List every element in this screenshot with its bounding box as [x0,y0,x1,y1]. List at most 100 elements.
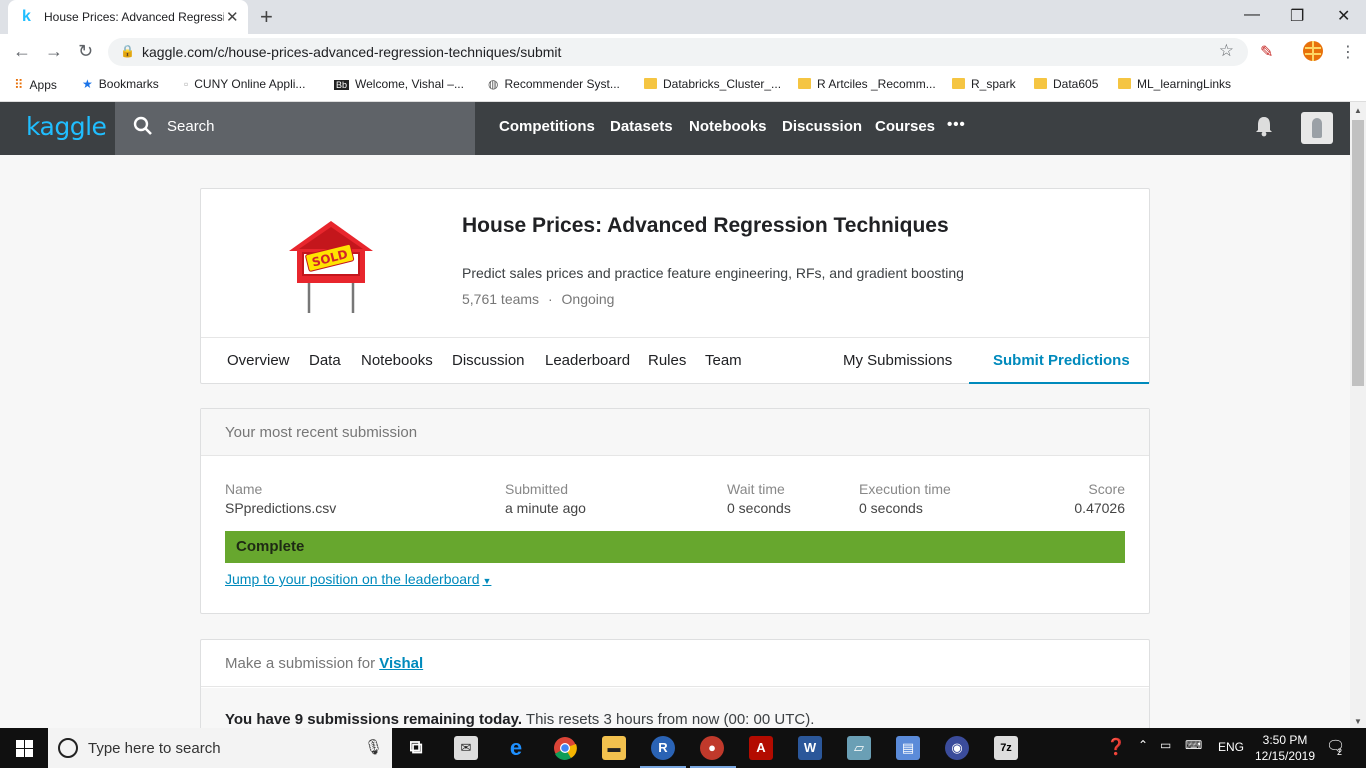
word-icon[interactable]: W [798,736,822,760]
folder-icon [1118,78,1131,89]
chrome-profile-icon[interactable]: ● [700,736,724,760]
bookmark-ml-links[interactable]: ML_learningLinks [1118,77,1231,91]
submission-name-col: Name SPpredictions.csv [225,481,336,516]
nav-datasets[interactable]: Datasets [610,118,673,135]
heading-prefix: Make a submission for [225,655,376,672]
jump-to-leaderboard-link[interactable]: Jump to your position on the leaderboard… [225,571,491,587]
make-submission-card: Make a submission for Vishal You have 9 … [200,639,1150,739]
tab-notebooks[interactable]: Notebooks [361,352,433,369]
system-clock[interactable]: 3:50 PM 12/15/2019 [1250,732,1320,764]
page-scrollbar[interactable]: ▲ ▼ [1350,102,1366,728]
chrome-icon[interactable] [553,736,577,760]
scrollbar-thumb[interactable] [1352,120,1364,386]
profile-avatar[interactable] [1302,40,1324,67]
mail-icon[interactable]: ✉ [454,736,478,760]
show-hidden-icons-icon[interactable]: ⌃ [1138,738,1148,752]
network-icon[interactable]: ▭ [1160,738,1171,752]
notepad-icon[interactable]: ▱ [847,736,871,760]
tab-submit-predictions[interactable]: Submit Predictions [993,352,1130,369]
address-bar[interactable]: 🔒 kaggle.com/c/house-prices-advanced-reg… [108,38,1248,66]
nav-courses[interactable]: Courses [875,118,935,135]
bookmark-r-spark[interactable]: R_spark [952,77,1016,91]
bookmark-databricks[interactable]: Databricks_Cluster_... [644,77,781,91]
new-tab-button[interactable]: + [260,4,273,30]
forward-icon[interactable]: → [45,41,63,62]
restore-icon[interactable]: ❐ [1290,6,1304,26]
minimize-icon[interactable]: — [1244,6,1260,24]
back-icon[interactable]: ← [13,41,31,62]
keyboard-icon[interactable]: ⌨ [1185,738,1202,752]
nav-notebooks[interactable]: Notebooks [689,118,767,135]
action-center-icon[interactable]: 🗨 [1326,737,1345,755]
make-submission-heading: Make a submission for Vishal [225,655,423,672]
reload-icon[interactable]: ↻ [78,41,93,62]
edge-icon[interactable]: e [504,736,528,760]
tab-overview[interactable]: Overview [227,352,290,369]
score-col: Score 0.47026 [1031,481,1125,516]
notification-bell-icon[interactable] [1254,115,1274,143]
bookmarks-bar: ⠿ Apps ★ Bookmarks ▫ CUNY Online Appli... B… [0,70,1366,102]
pen-extension-icon[interactable]: ✎ [1260,42,1273,62]
language-indicator[interactable]: ENG [1218,740,1244,754]
execution-time-value: 0 seconds [859,500,923,516]
browser-tab[interactable]: k House Prices: Advanced Regressi ✕ [8,0,248,34]
tab-leaderboard[interactable]: Leaderboard [545,352,630,369]
active-tab-underline [969,382,1149,384]
wait-time-header: Wait time [727,481,785,497]
clock-date: 12/15/2019 [1254,749,1316,763]
r-icon[interactable]: R [651,736,675,760]
tab-rules[interactable]: Rules [648,352,686,369]
browser-toolbar: ← → ↻ 🔒 kaggle.com/c/house-prices-advanc… [0,34,1366,70]
bookmark-label: Databricks_Cluster_... [663,77,782,91]
execution-time-col: Execution time 0 seconds [859,481,951,516]
taskbar-search[interactable]: Type here to search 🎙 [48,728,392,768]
app-disc-icon[interactable]: ◉ [945,736,969,760]
header-divider [201,337,1149,338]
scroll-up-icon[interactable]: ▲ [1354,106,1362,115]
bookmark-welcome[interactable]: Bb Welcome, Vishal –... [334,77,464,91]
bookmark-data605[interactable]: Data605 [1034,77,1098,91]
chrome-menu-icon[interactable]: ⋮ [1340,42,1356,62]
7zip-icon[interactable]: 7z [994,736,1018,760]
image-viewer-icon[interactable]: ▤ [896,736,920,760]
user-avatar[interactable] [1301,112,1333,144]
tab-data[interactable]: Data [309,352,341,369]
kaggle-logo[interactable]: kaggle [26,112,107,141]
bookmark-cuny[interactable]: ▫ CUNY Online Appli... [184,77,305,91]
help-icon[interactable]: ❓ [1106,737,1126,757]
bookmark-recommender[interactable]: ◍ Recommender Syst... [488,77,620,91]
nav-competitions[interactable]: Competitions [499,118,595,135]
tab-my-submissions[interactable]: My Submissions [843,352,952,369]
cortana-icon [58,738,78,758]
folder-icon [1034,78,1047,89]
bookmark-label: Data605 [1053,77,1099,91]
close-tab-icon[interactable]: ✕ [226,8,239,26]
tab-discussion[interactable]: Discussion [452,352,525,369]
scroll-down-icon[interactable]: ▼ [1354,717,1362,726]
score-value: 0.47026 [1074,500,1125,516]
bookmark-label: Bookmarks [98,77,159,91]
site-search[interactable]: Search [115,102,475,155]
acrobat-icon[interactable]: A [749,736,773,760]
task-view-icon[interactable]: ⧉ [404,736,428,760]
nav-more-icon[interactable]: ••• [947,116,966,133]
bookmark-label: Apps [29,78,57,92]
name-header: Name [225,481,263,497]
microphone-icon[interactable]: 🎙 [364,738,383,756]
nav-discussion[interactable]: Discussion [782,118,862,135]
file-explorer-icon[interactable]: ▬ [602,736,626,760]
lock-icon: 🔒 [120,44,135,58]
window-close-icon[interactable]: ✕ [1337,6,1350,26]
apps-grid-icon: ⠿ [14,77,24,92]
kaggle-favicon-icon: k [22,8,31,25]
bookmark-star-icon[interactable]: ☆ [1219,41,1234,61]
kaggle-navbar: kaggle Search Competitions Datasets Note… [0,102,1350,155]
star-icon: ★ [82,77,93,91]
user-link[interactable]: Vishal [379,655,423,672]
bookmark-bookmarks[interactable]: ★ Bookmarks [82,77,159,91]
tab-team[interactable]: Team [705,352,742,369]
windows-start-icon[interactable] [16,740,33,757]
bookmark-r-articles[interactable]: R Artciles _Recomm... [798,77,936,91]
submitted-value: a minute ago [505,500,586,516]
bookmark-apps[interactable]: ⠿ Apps [14,77,57,93]
